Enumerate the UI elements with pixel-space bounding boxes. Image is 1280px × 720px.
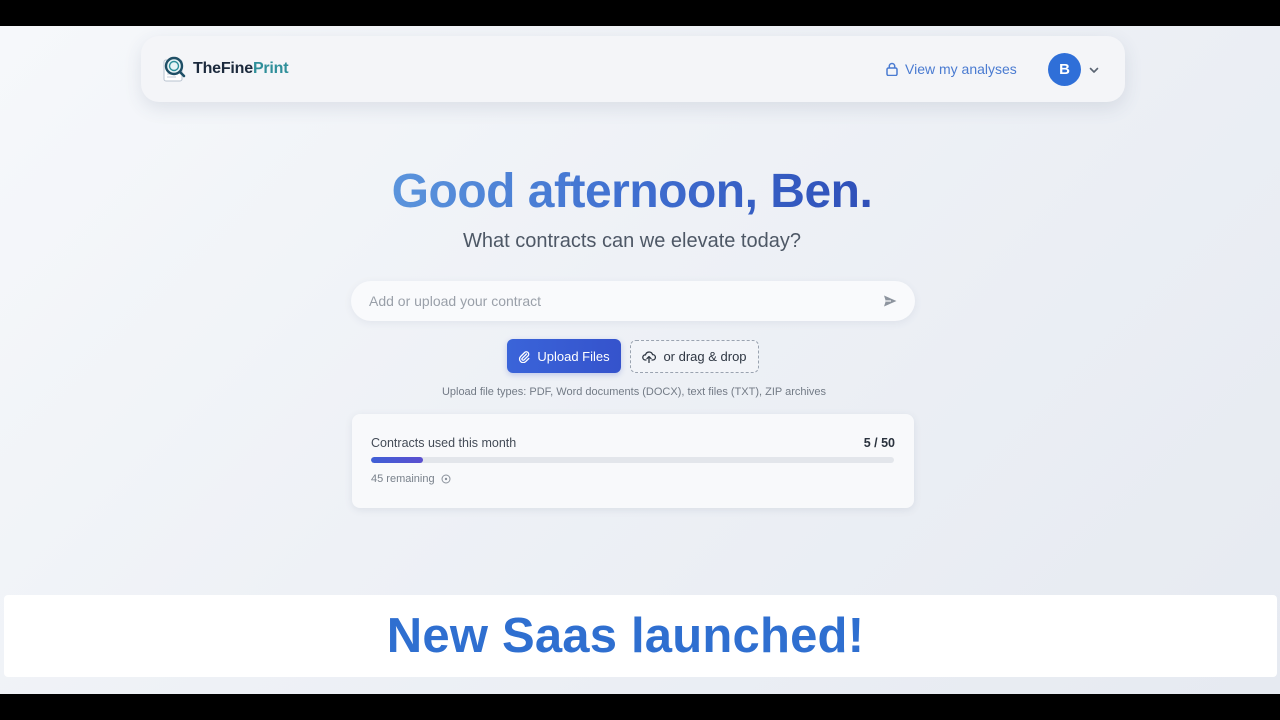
brand-name-part1: TheFine [193,60,253,77]
greeting-text: Good afternoon, Ben. [391,165,873,218]
user-avatar[interactable]: B [1048,53,1081,86]
brand-name: TheFinePrint [193,60,289,78]
contract-input-bar [351,281,915,321]
banner-text: New Saas launched! [386,609,865,663]
logo-magnifier-icon [161,55,189,83]
letterbox-bottom [0,694,1280,720]
contract-input[interactable] [369,281,869,321]
upload-files-label: Upload Files [537,348,610,364]
hero-subtitle: What contracts can we elevate today? [463,230,801,252]
brand-logo[interactable]: TheFinePrint [161,53,289,85]
usage-label: Contracts used this month [371,436,517,450]
greeting-heading: Good afternoon, Ben. [0,164,1264,219]
remaining-info: 45 remaining [371,473,451,485]
cloud-upload-icon [642,350,657,364]
paperclip-icon [518,350,530,363]
app-screen: TheFinePrint View my analyses B Good aft… [0,26,1280,694]
file-types-hint: Upload file types: PDF, Word documents (… [441,386,827,398]
letterbox-top [0,0,1280,26]
top-navbar: TheFinePrint View my analyses B [141,36,1125,102]
usage-progress-fill [371,457,424,463]
send-icon[interactable] [882,293,898,309]
view-analyses-link[interactable]: View my analyses [886,58,1017,80]
announcement-banner: New Saas launched! [4,595,1277,677]
lock-icon [886,62,898,77]
usage-progress-track [371,457,894,463]
remaining-text: 45 remaining [371,473,435,485]
upload-files-button[interactable]: Upload Files [507,339,621,373]
chevron-down-icon[interactable] [1088,63,1100,75]
view-analyses-label: View my analyses [905,61,1017,77]
usage-count: 5 / 50 [863,436,895,450]
drag-drop-zone[interactable]: or drag & drop [630,340,759,373]
info-icon[interactable] [441,474,451,484]
brand-name-part2: Print [252,60,289,77]
drag-drop-label: or drag & drop [663,349,747,364]
usage-card: Contracts used this month 5 / 50 45 rema… [352,414,914,508]
